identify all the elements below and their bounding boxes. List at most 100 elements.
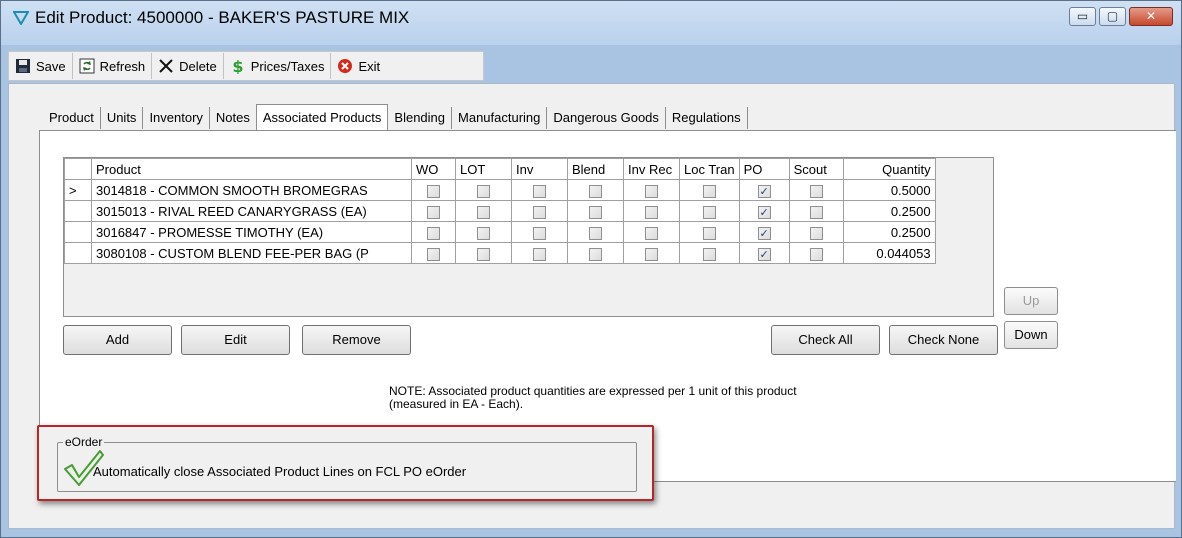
table-row[interactable]: 3016847 - PROMESSE TIMOTHY (EA) ✓ 0.2500: [64, 221, 936, 243]
exit-label: Exit: [358, 58, 381, 74]
po-checkbox[interactable]: ✓: [757, 226, 771, 240]
blend-checkbox[interactable]: [589, 226, 602, 240]
column-header-po[interactable]: PO: [738, 158, 790, 180]
tab-dangerous-goods[interactable]: Dangerous Goods: [547, 107, 666, 129]
column-header-quantity[interactable]: Quantity: [842, 158, 936, 180]
x-delete-icon: [159, 59, 173, 73]
column-header-inv[interactable]: Inv: [511, 158, 568, 180]
inv-rec-checkbox[interactable]: [645, 205, 658, 219]
tab-strip: Product Units Inventory Notes Associated…: [43, 104, 748, 130]
table-row[interactable]: 3080108 - CUSTOM BLEND FEE-PER BAG (P ✓ 0.…: [64, 242, 936, 264]
tab-blending[interactable]: Blending: [388, 107, 453, 129]
loc-tran-checkbox[interactable]: [702, 247, 716, 261]
up-button[interactable]: Up: [1004, 287, 1058, 315]
row-selector[interactable]: [64, 242, 92, 264]
edit-button[interactable]: Edit: [181, 325, 290, 355]
inv-rec-checkbox[interactable]: [645, 247, 658, 261]
po-checkbox[interactable]: ✓: [757, 205, 771, 219]
remove-button[interactable]: Remove: [302, 325, 411, 355]
wo-checkbox[interactable]: [427, 226, 440, 240]
minimize-button[interactable]: ▭: [1069, 7, 1096, 26]
associated-products-grid[interactable]: Product WO LOT Inv Blend Inv Rec Loc Tra…: [63, 157, 994, 317]
inv-rec-checkbox[interactable]: [645, 226, 658, 240]
inv-checkbox[interactable]: [533, 184, 546, 198]
loc-tran-checkbox[interactable]: [702, 184, 716, 198]
check-none-button[interactable]: Check None: [889, 325, 998, 355]
prices-taxes-button[interactable]: $ Prices/Taxes: [224, 53, 332, 79]
tab-product[interactable]: Product: [43, 107, 101, 129]
inv-checkbox[interactable]: [533, 205, 546, 219]
loc-tran-cell: [679, 221, 740, 243]
tab-regulations[interactable]: Regulations: [666, 107, 748, 129]
close-icon: ✕: [1145, 9, 1157, 23]
add-button[interactable]: Add: [63, 325, 172, 355]
lot-checkbox[interactable]: [477, 205, 490, 219]
lot-checkbox[interactable]: [477, 184, 490, 198]
inv-checkbox[interactable]: [533, 247, 546, 261]
wo-cell: [411, 179, 456, 201]
column-header-wo[interactable]: WO: [411, 158, 456, 180]
refresh-button[interactable]: Refresh: [73, 53, 153, 79]
down-button[interactable]: Down: [1004, 321, 1058, 349]
product-cell[interactable]: 3014818 - COMMON SMOOTH BROMEGRAS: [91, 179, 412, 201]
scout-checkbox[interactable]: [809, 184, 823, 198]
tab-manufacturing[interactable]: Manufacturing: [452, 107, 548, 129]
inv-rec-cell: [623, 242, 680, 264]
tab-notes[interactable]: Notes: [210, 107, 256, 129]
wo-checkbox[interactable]: [427, 247, 440, 261]
po-checkbox[interactable]: ✓: [757, 184, 771, 198]
maximize-button[interactable]: ▢: [1099, 7, 1126, 26]
lot-checkbox[interactable]: [477, 247, 490, 261]
column-header-loc-tran[interactable]: Loc Tran: [679, 158, 740, 180]
close-button[interactable]: ✕: [1129, 7, 1173, 26]
column-header-inv-rec[interactable]: Inv Rec: [623, 158, 680, 180]
inv-rec-checkbox[interactable]: [645, 184, 658, 198]
quantity-cell[interactable]: 0.2500: [842, 200, 936, 222]
loc-tran-checkbox[interactable]: [702, 226, 716, 240]
quantity-cell[interactable]: 0.044053: [842, 242, 936, 264]
row-selector-header: [64, 158, 92, 180]
eorder-highlight: eOrder Automatically close Associated Pr…: [37, 425, 654, 501]
tab-inventory[interactable]: Inventory: [143, 107, 210, 129]
quantity-cell[interactable]: 0.5000: [842, 179, 936, 201]
blend-checkbox[interactable]: [589, 205, 602, 219]
tab-units[interactable]: Units: [101, 107, 144, 129]
scout-checkbox[interactable]: [809, 226, 823, 240]
column-header-product[interactable]: Product: [91, 158, 412, 180]
maximize-icon: ▢: [1106, 9, 1119, 23]
table-row[interactable]: >3014818 - COMMON SMOOTH BROMEGRAS ✓ 0.500…: [64, 179, 936, 201]
column-header-blend[interactable]: Blend: [567, 158, 624, 180]
product-cell[interactable]: 3015013 - RIVAL REED CANARYGRASS (EA): [91, 200, 412, 222]
title-bar[interactable]: Edit Product: 4500000 - BAKER'S PASTURE …: [1, 1, 1181, 45]
product-cell[interactable]: 3016847 - PROMESSE TIMOTHY (EA): [91, 221, 412, 243]
table-row[interactable]: 3015013 - RIVAL REED CANARYGRASS (EA) ✓ 0.…: [64, 200, 936, 222]
row-selector[interactable]: >: [64, 179, 92, 201]
quantity-cell[interactable]: 0.2500: [842, 221, 936, 243]
column-header-lot[interactable]: LOT: [455, 158, 512, 180]
scout-checkbox[interactable]: [809, 247, 823, 261]
grid-header-row: Product WO LOT Inv Blend Inv Rec Loc Tra…: [64, 158, 936, 180]
save-button[interactable]: Save: [9, 53, 73, 79]
auto-close-eorder-label[interactable]: Automatically close Associated Product L…: [93, 464, 466, 479]
blend-checkbox[interactable]: [589, 184, 602, 198]
wo-checkbox[interactable]: [427, 205, 440, 219]
delete-button[interactable]: Delete: [152, 53, 224, 79]
loc-tran-checkbox[interactable]: [702, 205, 716, 219]
row-selector[interactable]: [64, 221, 92, 243]
tab-associated-products[interactable]: Associated Products: [255, 104, 389, 130]
inv-checkbox[interactable]: [533, 226, 546, 240]
column-header-scout[interactable]: Scout: [788, 158, 844, 180]
check-all-button[interactable]: Check All: [771, 325, 880, 355]
wo-cell: [411, 221, 456, 243]
eorder-groupbox: eOrder Automatically close Associated Pr…: [57, 435, 637, 492]
blend-cell: [567, 200, 624, 222]
lot-checkbox[interactable]: [477, 226, 490, 240]
row-selector[interactable]: [64, 200, 92, 222]
wo-checkbox[interactable]: [427, 184, 440, 198]
po-checkbox[interactable]: ✓: [757, 247, 771, 261]
exit-button[interactable]: Exit: [331, 53, 386, 79]
product-cell[interactable]: 3080108 - CUSTOM BLEND FEE-PER BAG (P: [91, 242, 412, 264]
blend-checkbox[interactable]: [589, 247, 602, 261]
lot-cell: [455, 179, 512, 201]
scout-checkbox[interactable]: [809, 205, 823, 219]
